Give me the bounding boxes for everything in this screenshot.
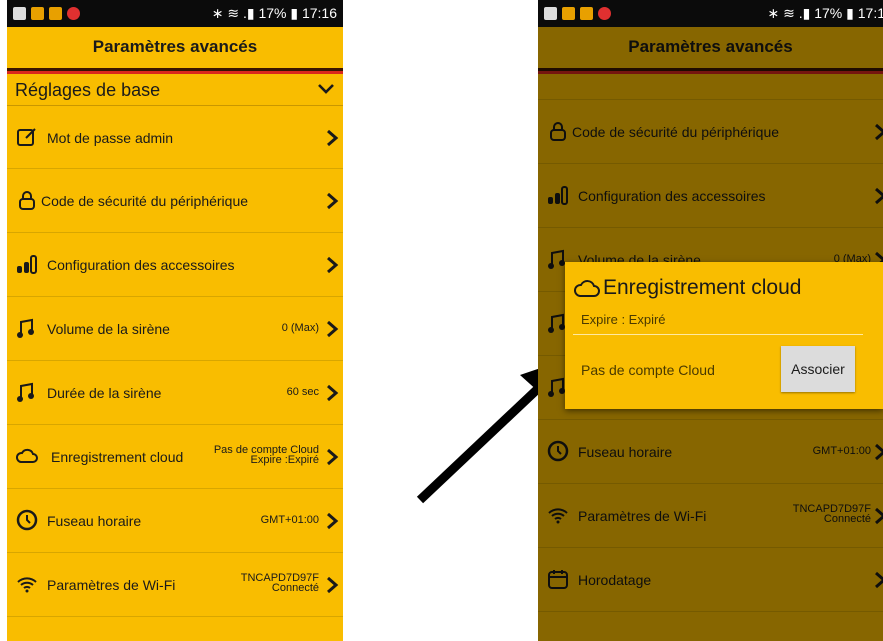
row-label: Enregistrement cloud (51, 449, 184, 465)
notification-icon (580, 7, 593, 20)
row-value-line2: Expire :Expiré (250, 454, 319, 466)
row-label: Configuration des accessoires (47, 257, 235, 273)
settings-row-security-code[interactable]: Code de sécurité du périphérique (7, 169, 343, 233)
stripe-divider (7, 68, 343, 74)
row-label: Paramètres de Wi-Fi (47, 577, 176, 593)
cloud-icon (574, 280, 600, 297)
notification-icon (544, 7, 557, 20)
status-indicators: ∗ ≋ .▮ 17% ▮ 17:1 (767, 5, 883, 21)
row-value-line2: Connecté (271, 582, 319, 594)
signal-bars-icon (17, 255, 37, 274)
chevron-right-icon (327, 384, 339, 402)
status-bar: ∗ ≋ .▮ 17% ▮ 17:16 (7, 0, 343, 27)
notification-icon (598, 7, 611, 20)
cloud-account-status: Pas de compte Cloud (581, 362, 715, 378)
settings-row-cloud-recording[interactable]: Enregistrement cloud Pas de compte Cloud… (7, 425, 343, 489)
notification-icon (49, 7, 62, 20)
chevron-right-icon (327, 576, 339, 594)
music-note-icon (17, 318, 34, 338)
notification-icon (562, 7, 575, 20)
dialog-divider (573, 334, 863, 335)
row-label: Volume de la sirène (47, 321, 170, 337)
cloud-icon (16, 448, 38, 463)
dialog-title: Enregistrement cloud (603, 276, 802, 299)
settings-row-accessories[interactable]: Configuration des accessoires (7, 233, 343, 297)
associate-button[interactable]: Associer (781, 346, 855, 392)
notification-icon (67, 7, 80, 20)
settings-row-admin-password[interactable]: Mot de passe admin (7, 106, 343, 169)
section-header-reglages[interactable]: Réglages de base (7, 75, 343, 106)
clock-icon (16, 509, 38, 531)
lock-icon (19, 191, 35, 210)
row-label: Code de sécurité du périphérique (41, 193, 249, 209)
edit-icon (17, 128, 36, 146)
expiry-status: Expire : Expiré (581, 312, 666, 327)
chevron-down-icon (318, 84, 334, 94)
music-note-icon (17, 382, 34, 402)
settings-row-wifi[interactable]: Paramètres de Wi-Fi TNCAPD7D97F Connecté (7, 553, 343, 617)
cloud-recording-dialog: Enregistrement cloud Expire : Expiré Pas… (565, 262, 883, 409)
chevron-right-icon (327, 129, 339, 147)
chevron-right-icon (327, 320, 339, 338)
row-value: GMT+01:00 (260, 514, 319, 526)
row-label: Fuseau horaire (47, 513, 142, 529)
chevron-right-icon (327, 448, 339, 466)
page-title: Paramètres avancés (92, 37, 258, 56)
row-value: TNCAPD7D97F Connecté (241, 573, 319, 594)
settings-row-siren-volume[interactable]: Volume de la sirène 0 (Max) (7, 297, 343, 361)
settings-row-siren-duration[interactable]: Durée de la sirène 60 sec (7, 361, 343, 425)
status-bar: ∗ ≋ .▮ 17% ▮ 17:1 (538, 0, 883, 27)
notification-icons (13, 7, 80, 20)
notification-icons (544, 7, 611, 20)
row-label: Mot de passe admin (47, 130, 174, 146)
row-label: Durée de la sirène (47, 385, 162, 401)
row-value: 0 (Max) (281, 322, 319, 334)
right-phone-screen: ∗ ≋ .▮ 17% ▮ 17:1 Paramètres avancés Cod… (538, 0, 883, 641)
status-indicators: ∗ ≋ .▮ 17% ▮ 17:16 (211, 5, 337, 21)
title-bar: Paramètres avancés (7, 27, 343, 74)
notification-icon (13, 7, 26, 20)
section-label: Réglages de base (15, 80, 161, 100)
chevron-right-icon (327, 192, 339, 210)
notification-icon (31, 7, 44, 20)
settings-row-timezone[interactable]: Fuseau horaire GMT+01:00 (7, 489, 343, 553)
chevron-right-icon (327, 512, 339, 530)
row-value: Pas de compte Cloud Expire :Expiré (214, 445, 319, 466)
left-phone-screen: ∗ ≋ .▮ 17% ▮ 17:16 Paramètres avancés Ré… (7, 0, 343, 641)
row-value: 60 sec (286, 386, 319, 398)
chevron-right-icon (327, 256, 339, 274)
wifi-icon (17, 577, 37, 593)
